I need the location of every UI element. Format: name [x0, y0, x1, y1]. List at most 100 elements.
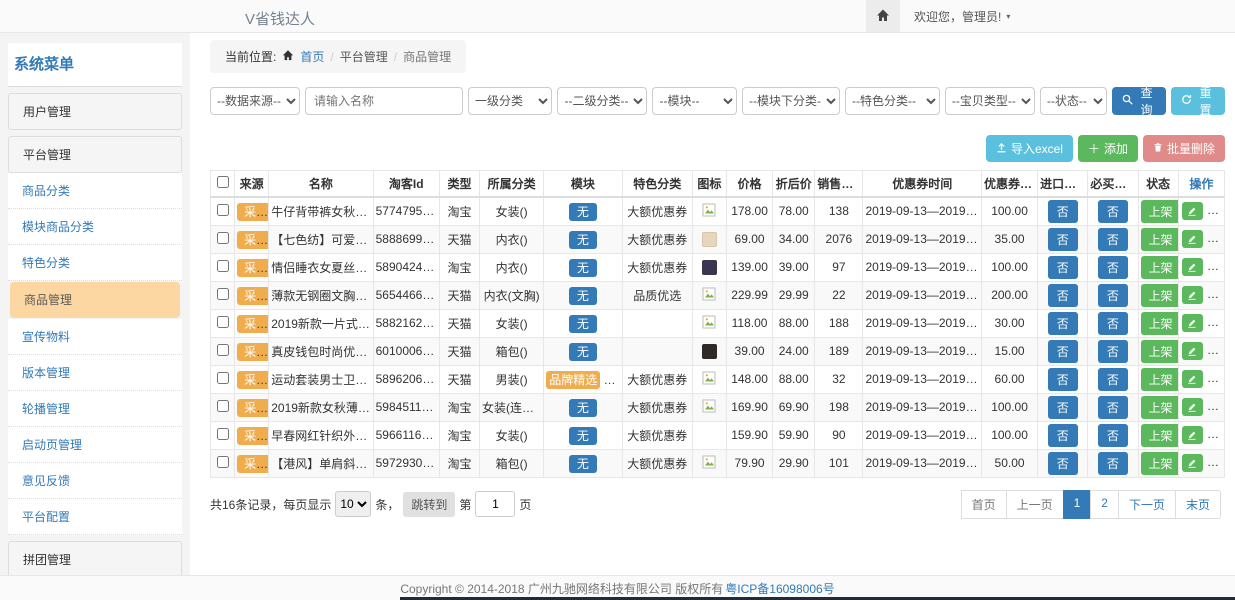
- imported-toggle[interactable]: 否: [1048, 452, 1078, 475]
- imported-toggle[interactable]: 否: [1048, 256, 1078, 279]
- filter-feature-select[interactable]: --特色分类--: [845, 87, 940, 115]
- import-excel-button[interactable]: 导入excel: [986, 135, 1073, 162]
- filter-module-select[interactable]: --模块--: [652, 87, 736, 115]
- filter-module-sub-select[interactable]: --模块下分类--: [742, 87, 840, 115]
- row-checkbox[interactable]: [217, 232, 229, 244]
- imported-toggle[interactable]: 否: [1048, 424, 1078, 447]
- sidebar-item[interactable]: 特色分类: [8, 245, 182, 281]
- row-checkbox[interactable]: [217, 344, 229, 356]
- edit-button[interactable]: [1182, 398, 1203, 416]
- row-checkbox[interactable]: [217, 260, 229, 272]
- delete-button[interactable]: [1208, 258, 1224, 276]
- status-button[interactable]: 上架: [1141, 452, 1179, 475]
- status-button[interactable]: 上架: [1141, 256, 1179, 279]
- must-buy-toggle[interactable]: 否: [1098, 200, 1128, 223]
- sidebar-item[interactable]: 启动页管理: [8, 427, 182, 463]
- row-checkbox[interactable]: [217, 428, 229, 440]
- per-page-select[interactable]: 10: [335, 491, 371, 517]
- page-button[interactable]: 1: [1063, 490, 1092, 519]
- row-checkbox[interactable]: [217, 400, 229, 412]
- edit-button[interactable]: [1182, 314, 1203, 332]
- edit-button[interactable]: [1182, 286, 1203, 304]
- user-menu[interactable]: 欢迎您，管理员! ▾: [900, 8, 1024, 25]
- must-buy-toggle[interactable]: 否: [1098, 452, 1128, 475]
- select-all-checkbox[interactable]: [217, 176, 229, 188]
- row-checkbox[interactable]: [217, 372, 229, 384]
- sidebar-item[interactable]: 平台配置: [8, 499, 182, 535]
- jump-page-input[interactable]: [475, 491, 515, 517]
- edit-button[interactable]: [1182, 454, 1203, 472]
- icp-link[interactable]: 粤ICP备16098006号: [725, 580, 834, 597]
- must-buy-toggle[interactable]: 否: [1098, 256, 1128, 279]
- sidebar-item[interactable]: 模块商品分类: [8, 209, 182, 245]
- status-button[interactable]: 上架: [1141, 228, 1179, 251]
- must-buy-toggle[interactable]: 否: [1098, 312, 1128, 335]
- filter-category1-select[interactable]: 一级分类: [468, 87, 552, 115]
- delete-button[interactable]: [1208, 426, 1224, 444]
- delete-button[interactable]: [1208, 370, 1224, 388]
- sidebar-item[interactable]: 用户管理: [8, 93, 182, 130]
- must-buy-toggle[interactable]: 否: [1098, 368, 1128, 391]
- imported-toggle[interactable]: 否: [1048, 368, 1078, 391]
- delete-button[interactable]: [1208, 314, 1224, 332]
- row-checkbox[interactable]: [217, 204, 229, 216]
- filter-category2-select[interactable]: --二级分类--: [557, 87, 647, 115]
- status-button[interactable]: 上架: [1141, 368, 1179, 391]
- row-checkbox[interactable]: [217, 456, 229, 468]
- filter-status-select[interactable]: --状态--: [1040, 87, 1107, 115]
- imported-toggle[interactable]: 否: [1048, 284, 1078, 307]
- sidebar-item[interactable]: 意见反馈: [8, 463, 182, 499]
- edit-button[interactable]: [1182, 258, 1203, 276]
- sidebar-item[interactable]: 拼团管理: [8, 541, 182, 575]
- filter-item-type-select[interactable]: --宝贝类型--: [945, 87, 1035, 115]
- edit-button[interactable]: [1182, 342, 1203, 360]
- page-button[interactable]: 首页: [961, 490, 1007, 519]
- sidebar-item[interactable]: 宣传物料: [8, 319, 182, 355]
- imported-toggle[interactable]: 否: [1048, 340, 1078, 363]
- status-button[interactable]: 上架: [1141, 340, 1179, 363]
- home-button[interactable]: [866, 0, 900, 32]
- must-buy-toggle[interactable]: 否: [1098, 340, 1128, 363]
- jump-button[interactable]: 跳转到: [403, 492, 455, 517]
- breadcrumb-home-link[interactable]: 首页: [300, 48, 324, 65]
- filter-source-select[interactable]: --数据来源--: [210, 87, 300, 115]
- delete-button[interactable]: [1208, 202, 1224, 220]
- batch-delete-button[interactable]: 批量删除: [1143, 135, 1225, 162]
- page-button[interactable]: 末页: [1175, 490, 1221, 519]
- sidebar-item[interactable]: 商品管理: [10, 282, 180, 318]
- delete-button[interactable]: [1208, 342, 1224, 360]
- delete-button[interactable]: [1208, 398, 1224, 416]
- must-buy-toggle[interactable]: 否: [1098, 396, 1128, 419]
- page-button[interactable]: 下一页: [1118, 490, 1176, 519]
- status-button[interactable]: 上架: [1141, 396, 1179, 419]
- must-buy-toggle[interactable]: 否: [1098, 284, 1128, 307]
- must-buy-toggle[interactable]: 否: [1098, 424, 1128, 447]
- page-button[interactable]: 2: [1090, 490, 1119, 519]
- sidebar-item[interactable]: 版本管理: [8, 355, 182, 391]
- sidebar-item[interactable]: 商品分类: [8, 173, 182, 209]
- must-buy-toggle[interactable]: 否: [1098, 228, 1128, 251]
- add-button[interactable]: ＋ 添加: [1078, 135, 1138, 162]
- imported-toggle[interactable]: 否: [1048, 312, 1078, 335]
- status-button[interactable]: 上架: [1141, 284, 1179, 307]
- delete-button[interactable]: [1208, 454, 1224, 472]
- status-button[interactable]: 上架: [1141, 312, 1179, 335]
- sidebar-item[interactable]: 平台管理: [8, 136, 182, 173]
- edit-button[interactable]: [1182, 230, 1203, 248]
- reset-button[interactable]: 重置: [1171, 87, 1225, 115]
- status-button[interactable]: 上架: [1141, 200, 1179, 223]
- edit-button[interactable]: [1182, 370, 1203, 388]
- imported-toggle[interactable]: 否: [1048, 396, 1078, 419]
- search-button[interactable]: 查询: [1112, 87, 1166, 115]
- status-button[interactable]: 上架: [1141, 424, 1179, 447]
- row-checkbox[interactable]: [217, 316, 229, 328]
- imported-toggle[interactable]: 否: [1048, 200, 1078, 223]
- delete-button[interactable]: [1208, 230, 1224, 248]
- sidebar-item[interactable]: 轮播管理: [8, 391, 182, 427]
- edit-button[interactable]: [1182, 202, 1203, 220]
- delete-button[interactable]: [1208, 286, 1224, 304]
- filter-name-input[interactable]: [305, 87, 463, 115]
- imported-toggle[interactable]: 否: [1048, 228, 1078, 251]
- edit-button[interactable]: [1182, 426, 1203, 444]
- row-checkbox[interactable]: [217, 288, 229, 300]
